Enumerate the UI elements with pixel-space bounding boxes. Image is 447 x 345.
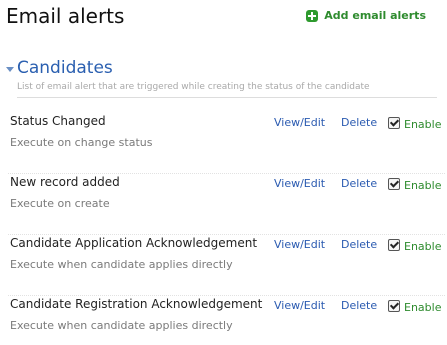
enable-label[interactable]: Enable — [404, 118, 441, 131]
enable-checkbox[interactable] — [388, 116, 400, 129]
enable-checkbox[interactable] — [388, 238, 400, 251]
enable-toggle[interactable]: Enable — [388, 175, 441, 192]
row-divider — [8, 173, 445, 174]
view-edit-link[interactable]: View/Edit — [274, 299, 325, 312]
alert-name: Candidate Application Acknowledgement — [10, 236, 258, 250]
alert-execute-description: Execute when candidate applies directly — [10, 258, 233, 271]
page-title: Email alerts — [6, 4, 125, 28]
delete-link[interactable]: Delete — [341, 177, 377, 190]
alert-row: Candidate Application Acknowledgement Ex… — [8, 236, 445, 296]
alert-execute-description: Execute on change status — [10, 136, 153, 149]
add-email-alerts-button[interactable]: Add email alerts — [306, 9, 426, 22]
plus-icon — [306, 9, 319, 22]
view-edit-link[interactable]: View/Edit — [274, 116, 325, 129]
section-description: List of email alert that are triggered w… — [17, 82, 437, 98]
enable-checkbox[interactable] — [388, 177, 400, 190]
alert-row: Status Changed Execute on change status … — [8, 114, 445, 174]
delete-link[interactable]: Delete — [341, 116, 377, 129]
section-header-candidates[interactable]: Candidates — [6, 58, 113, 78]
alert-name: Candidate Registration Acknowledgement — [10, 297, 263, 311]
alert-name: New record added — [10, 175, 120, 189]
alert-row: New record added Execute on create View/… — [8, 175, 445, 235]
row-divider — [8, 295, 445, 296]
alert-row: Candidate Registration Acknowledgement E… — [8, 297, 445, 343]
enable-label[interactable]: Enable — [404, 179, 441, 192]
section-title[interactable]: Candidates — [17, 58, 113, 78]
add-email-alerts-label: Add email alerts — [324, 9, 426, 22]
enable-checkbox[interactable] — [388, 299, 400, 312]
enable-label[interactable]: Enable — [404, 301, 441, 314]
view-edit-link[interactable]: View/Edit — [274, 177, 325, 190]
enable-toggle[interactable]: Enable — [388, 297, 441, 314]
enable-toggle[interactable]: Enable — [388, 114, 441, 131]
alert-execute-description: Execute on create — [10, 197, 110, 210]
view-edit-link[interactable]: View/Edit — [274, 238, 325, 251]
delete-link[interactable]: Delete — [341, 299, 377, 312]
delete-link[interactable]: Delete — [341, 238, 377, 251]
enable-label[interactable]: Enable — [404, 240, 441, 253]
row-divider — [8, 234, 445, 235]
enable-toggle[interactable]: Enable — [388, 236, 441, 253]
caret-down-icon[interactable] — [6, 67, 14, 72]
alert-name: Status Changed — [10, 114, 106, 128]
alert-execute-description: Execute when candidate applies directly — [10, 319, 233, 332]
